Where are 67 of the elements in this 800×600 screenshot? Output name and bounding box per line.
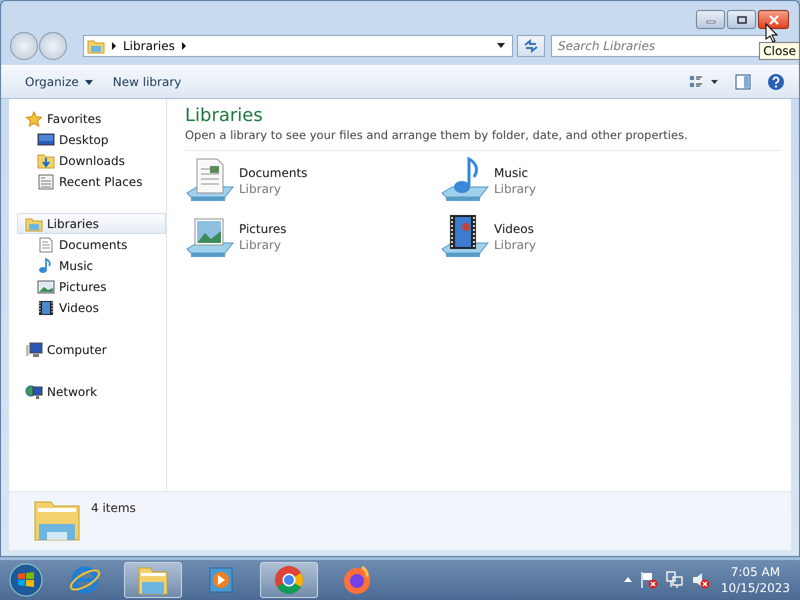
refresh-button[interactable] <box>517 35 545 57</box>
nav-item[interactable]: Favorites <box>9 108 166 129</box>
library-name: Documents <box>239 166 308 180</box>
action-center-flag-icon[interactable] <box>638 570 659 590</box>
library-type: Library <box>494 238 536 252</box>
clock-time: 7:05 AM <box>730 565 780 579</box>
toolbar-button[interactable]: New library <box>104 72 190 92</box>
breadcrumb-arrow-icon[interactable] <box>180 42 187 50</box>
library-type: Library <box>239 238 282 252</box>
item-count: 4 items <box>91 501 136 515</box>
taskbar-button[interactable] <box>124 562 182 598</box>
maximize-icon <box>736 16 746 24</box>
recent-places-icon <box>37 174 55 190</box>
star-icon <box>25 110 43 126</box>
document-icon <box>37 236 55 252</box>
page-heading: Libraries <box>185 105 264 126</box>
cursor-icon <box>765 23 779 43</box>
close-icon <box>768 14 780 24</box>
nav-item[interactable]: Computer <box>9 339 166 360</box>
start-orb-icon <box>9 563 43 597</box>
library-type: Library <box>494 182 536 196</box>
library-folder-icon <box>25 216 43 232</box>
preview-pane-icon[interactable] <box>735 74 751 90</box>
nav-item[interactable]: Pictures <box>9 276 166 297</box>
dropdown-icon[interactable] <box>496 43 506 49</box>
show-hidden-icons-icon[interactable] <box>622 576 633 584</box>
nav-item[interactable]: Music <box>9 255 166 276</box>
toolbar-button[interactable]: Organize <box>17 72 101 92</box>
refresh-icon <box>523 39 539 53</box>
taskbar-button[interactable] <box>260 562 318 598</box>
downloads-folder-icon <box>37 152 55 168</box>
address-bar[interactable]: Libraries <box>83 35 513 57</box>
network-icon <box>25 384 43 400</box>
tooltip: Close <box>759 42 800 60</box>
clock-date: 10/15/2023 <box>720 581 790 595</box>
nav-item[interactable]: Libraries <box>17 213 166 234</box>
library-item[interactable]: Documents Library <box>185 157 440 205</box>
breadcrumb-arrow-icon[interactable] <box>111 42 117 50</box>
nav-item[interactable]: Documents <box>9 234 166 255</box>
library-type: Library <box>239 182 282 196</box>
browser-icon <box>272 564 306 596</box>
desktop-icon <box>37 132 55 148</box>
library-item[interactable]: Pictures Library <box>185 213 440 261</box>
browser-e-icon <box>68 564 102 596</box>
picture-icon <box>37 278 55 294</box>
library-item[interactable]: Music Library <box>440 157 695 205</box>
help-icon[interactable] <box>767 73 785 91</box>
nav-item[interactable]: Recent Places <box>9 171 166 192</box>
close-button[interactable] <box>758 10 789 29</box>
nav-item[interactable]: Videos <box>9 297 166 318</box>
library-item[interactable]: Videos Library <box>440 213 695 261</box>
view-options-icon[interactable] <box>689 74 719 90</box>
library-name: Music <box>494 166 530 180</box>
computer-icon <box>25 342 43 358</box>
breadcrumb[interactable]: Libraries <box>123 39 175 53</box>
network-icon[interactable] <box>664 570 685 590</box>
nav-item[interactable]: Network <box>9 381 166 402</box>
page-description: Open a library to see your files and arrange them by folder, date, and other properties. <box>185 128 689 142</box>
library-name: Pictures <box>239 222 287 236</box>
nav-item[interactable]: Desktop <box>9 129 166 150</box>
maximize-button[interactable] <box>727 10 756 29</box>
clock[interactable]: 7:05 AM 10/15/2023 <box>720 565 794 595</box>
nav-item[interactable]: Downloads <box>9 150 166 171</box>
volume-muted-icon[interactable] <box>690 570 711 590</box>
library-name: Videos <box>494 222 535 236</box>
film-icon <box>37 300 55 316</box>
library-folder-icon <box>87 38 105 54</box>
